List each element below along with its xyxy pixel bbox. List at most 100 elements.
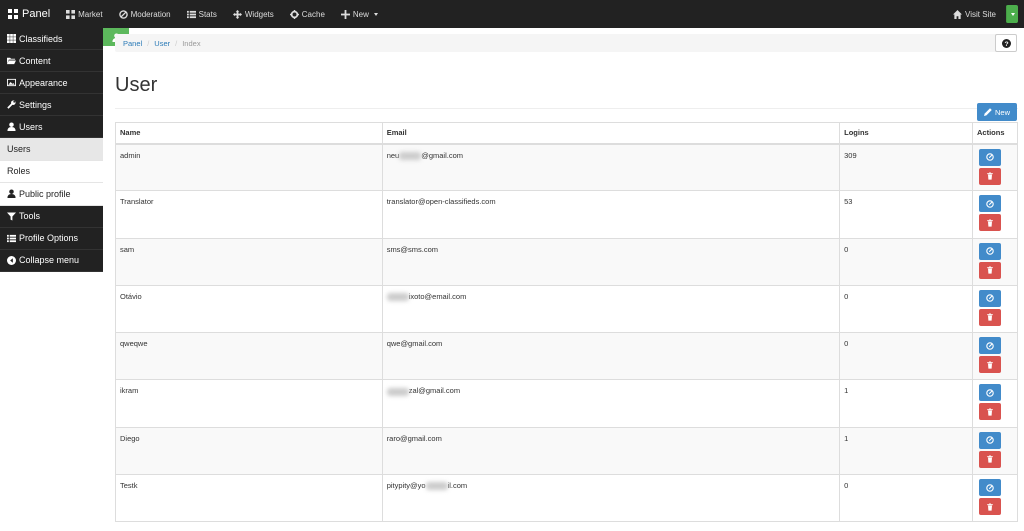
user-actions-cell <box>972 474 1018 523</box>
edit-user-button[interactable] <box>979 479 1001 497</box>
user-icon <box>7 122 16 131</box>
edit-user-button[interactable] <box>979 242 1001 260</box>
nav-cache-label: Cache <box>301 9 325 19</box>
delete-user-button[interactable] <box>979 167 1001 185</box>
main-content: Panel / User / Index ? User New Name Ema… <box>103 28 1024 531</box>
sidebar-subitem-public-profile[interactable]: Public profile <box>0 183 103 206</box>
sidebar: Classifieds Content Appearance Settings … <box>0 28 103 531</box>
user-email-cell: pitypity@yo il.com <box>381 474 841 523</box>
user-logins-cell: 0 <box>839 237 973 286</box>
grid-icon <box>66 9 76 19</box>
user-actions-cell <box>972 237 1018 286</box>
folder-open-icon <box>7 57 16 65</box>
nav-cache[interactable]: Cache <box>282 0 333 28</box>
column-header-name[interactable]: Name <box>115 122 383 145</box>
breadcrumb-separator: / <box>147 38 150 48</box>
email-text-end: il.com <box>447 481 468 491</box>
edit-user-button[interactable] <box>979 289 1001 307</box>
sidebar-item-collapse-menu[interactable]: Collapse menu <box>0 249 103 272</box>
trash-icon <box>987 172 993 180</box>
table-row: Otávio ixoto@email.com 0 <box>115 284 1018 334</box>
new-user-button[interactable]: New <box>977 103 1017 121</box>
user-name-cell: Testk <box>115 474 383 523</box>
redacted-blur <box>425 482 448 491</box>
table-row: admin neu @gmail.com 309 <box>115 142 1018 192</box>
user-name-cell: admin <box>115 142 383 192</box>
user-name-cell: Diego <box>115 426 383 476</box>
edit-icon <box>986 200 994 208</box>
trash-icon <box>987 455 993 463</box>
sidebar-item-label: Users <box>19 121 43 132</box>
sidebar-subitem-roles[interactable]: Roles <box>0 161 103 184</box>
edit-user-button[interactable] <box>979 195 1001 213</box>
sidebar-item-label: Settings <box>19 99 52 110</box>
nav-stats[interactable]: Stats <box>179 0 225 28</box>
edit-icon <box>986 341 994 350</box>
edit-user-button[interactable] <box>979 337 1001 355</box>
delete-user-button[interactable] <box>979 498 1001 516</box>
user-name-cell: ikram <box>115 379 383 428</box>
redacted-blur <box>386 292 409 301</box>
sidebar-item-content[interactable]: Content <box>0 50 103 72</box>
trash-icon <box>987 219 993 227</box>
title-divider <box>115 108 1018 109</box>
visit-site-link[interactable]: Visit Site <box>943 0 1006 28</box>
user-menu-button[interactable] <box>103 5 1018 46</box>
table-row: Translator translator@open-classifieds.co… <box>115 190 1018 239</box>
nav-new-dropdown[interactable]: New <box>333 0 386 28</box>
user-actions-cell <box>972 142 1018 192</box>
trash-icon <box>987 502 993 511</box>
user-name-cell: qweqwe <box>115 332 383 381</box>
ban-icon <box>118 9 128 19</box>
th-icon <box>7 34 16 43</box>
user-logins-cell: 0 <box>839 332 973 381</box>
user-logins-cell: 53 <box>839 190 973 239</box>
wrench-icon <box>7 100 16 109</box>
edit-icon <box>986 483 994 492</box>
edit-user-button[interactable] <box>979 431 1001 449</box>
sidebar-item-label: Profile Options <box>19 233 79 244</box>
table-row: Testk pitypity@yo il.com 0 <box>115 474 1018 523</box>
sidebar-item-label: Collapse menu <box>19 255 80 266</box>
nav-moderation[interactable]: Moderation <box>111 0 179 28</box>
breadcrumb-user-link[interactable]: User <box>154 39 170 48</box>
nav-new-label: New <box>352 9 369 19</box>
edit-icon <box>986 247 994 255</box>
user-email-cell: zal@gmail.com <box>381 379 841 428</box>
nav-market[interactable]: Market <box>58 0 110 28</box>
user-email-cell: qwe@gmail.com <box>381 332 841 381</box>
sidebar-item-label: Tools <box>19 211 41 222</box>
nav-widgets[interactable]: Widgets <box>225 0 282 28</box>
edit-user-button[interactable] <box>979 384 1001 402</box>
breadcrumb-panel-link[interactable]: Panel <box>123 39 142 48</box>
pencil-icon <box>983 108 992 116</box>
nav-widgets-label: Widgets <box>244 9 274 19</box>
user-actions-cell <box>972 284 1018 334</box>
brand-link[interactable]: Panel <box>0 0 58 28</box>
help-button[interactable]: ? <box>995 34 1017 52</box>
sidebar-item-profile-options[interactable]: Profile Options <box>0 227 103 250</box>
edit-icon <box>986 389 994 397</box>
user-logins-cell: 0 <box>839 474 973 523</box>
delete-user-button[interactable] <box>979 356 1001 374</box>
user-actions-cell <box>972 379 1018 428</box>
delete-user-button[interactable] <box>979 450 1001 468</box>
sidebar-item-tools[interactable]: Tools <box>0 205 103 228</box>
sidebar-item-users[interactable]: Users <box>0 116 103 138</box>
sidebar-subitem-label: Public profile <box>19 188 71 199</box>
edit-user-button[interactable] <box>979 148 1001 166</box>
delete-user-button[interactable] <box>979 308 1001 326</box>
sidebar-item-classifieds[interactable]: Classifieds <box>0 28 103 50</box>
gear-icon <box>289 9 299 19</box>
column-header-logins[interactable]: Logins <box>839 122 973 145</box>
delete-user-button[interactable] <box>979 403 1001 421</box>
sidebar-item-settings[interactable]: Settings <box>0 94 103 116</box>
delete-user-button[interactable] <box>979 214 1001 232</box>
email-text-start: neu <box>386 150 400 160</box>
redacted-blur <box>399 151 422 160</box>
user-logins-cell: 309 <box>839 142 973 192</box>
sidebar-item-appearance[interactable]: Appearance <box>0 72 103 94</box>
delete-user-button[interactable] <box>979 261 1001 279</box>
column-header-email[interactable]: Email <box>381 122 841 145</box>
sidebar-subitem-users[interactable]: Users <box>0 138 103 161</box>
